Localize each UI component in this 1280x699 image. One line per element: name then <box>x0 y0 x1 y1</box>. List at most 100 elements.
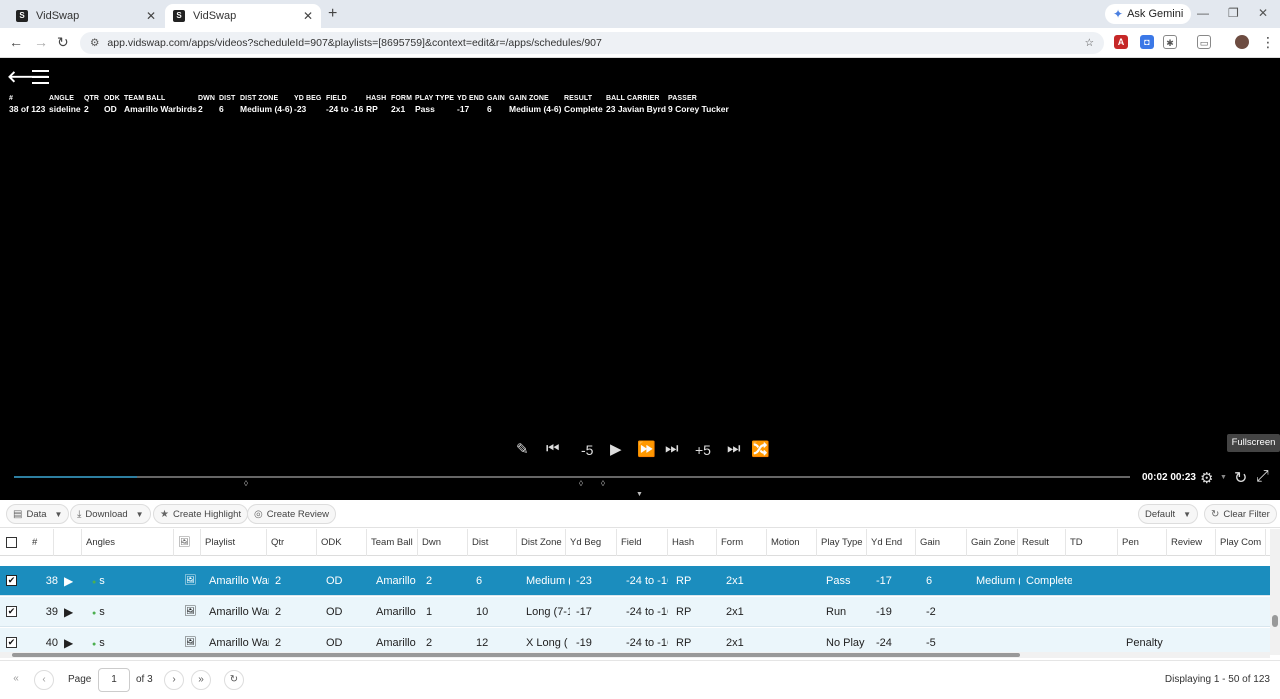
table-row[interactable]: ✔ ▶ 🖼 39 ●s Amarillo War 2 OD Amarillo \ 1 10 Long … <box>0 597 1270 627</box>
tag-marker-icon[interactable]: ◊ <box>601 479 605 488</box>
column-header[interactable]: TD <box>1066 529 1118 556</box>
column-header[interactable]: Play Com <box>1216 529 1266 556</box>
collapse-drawer-icon[interactable]: ▼ <box>636 491 643 498</box>
first-page-icon[interactable]: « <box>6 670 26 690</box>
next-clip-icon[interactable]: ⏭ <box>727 440 741 457</box>
thumbnail-icon[interactable]: 🖼 <box>180 566 197 596</box>
scroll-thumb[interactable] <box>12 653 1020 657</box>
cell-hash: RP <box>676 606 692 618</box>
thumbnail-icon[interactable]: 🖼 <box>180 597 197 627</box>
progress-bar[interactable] <box>14 476 1130 478</box>
column-header[interactable]: Motion <box>767 529 817 556</box>
browser-tab-2[interactable]: S VidSwap ✕ <box>165 4 321 28</box>
select-all-checkbox[interactable] <box>6 537 17 548</box>
bookmark-star-icon[interactable]: ☆ <box>1085 37 1094 49</box>
settings-caret-icon[interactable]: ▼ <box>1220 474 1227 481</box>
shuffle-icon[interactable]: 🔀 <box>751 440 770 458</box>
column-header[interactable]: Review <box>1167 529 1216 556</box>
column-header[interactable]: Field <box>617 529 668 556</box>
video-player[interactable]: 🡐 #38 of 123 ANGLE sideline QTR 2 ODK OD TEAM B… <box>0 58 1280 500</box>
edit-pencil-icon[interactable]: ✎ <box>516 440 529 458</box>
download-menu-button[interactable]: ⤓ Download ▼ <box>70 504 151 524</box>
extensions-puzzle-icon[interactable]: ✱ <box>1163 35 1177 49</box>
skip-end-icon[interactable]: ⏭ <box>665 440 679 457</box>
prev-page-icon[interactable]: ‹ <box>34 670 54 690</box>
cell-pen <box>1122 566 1170 596</box>
column-header[interactable]: Dist Zone <box>517 529 566 556</box>
column-header[interactable]: Gain <box>916 529 967 556</box>
tag-marker-icon[interactable]: ◊ <box>244 479 248 488</box>
scroll-thumb[interactable] <box>1272 615 1278 627</box>
forward-5-button[interactable]: +5 <box>695 442 711 458</box>
row-play-icon[interactable]: ▶ <box>60 628 73 655</box>
vertical-scrollbar[interactable] <box>1270 529 1280 655</box>
column-header[interactable]: Gain Zone <box>967 529 1018 556</box>
next-page-icon[interactable]: › <box>164 670 184 690</box>
site-info-icon[interactable]: ⚙ <box>90 37 99 49</box>
create-highlight-button[interactable]: ★ Create Highlight <box>153 504 249 524</box>
reload-icon[interactable]: ↻ <box>57 34 69 51</box>
forward-icon[interactable]: → <box>34 34 48 50</box>
row-checkbox[interactable]: ✔ <box>6 606 17 617</box>
cell-qtr: 2 <box>275 606 282 618</box>
close-tab-icon[interactable]: ✕ <box>303 9 313 23</box>
rewind-5-button[interactable]: -5 <box>581 442 593 458</box>
page-number-input[interactable]: 1 <box>98 668 130 692</box>
close-tab-icon[interactable]: ✕ <box>146 9 156 23</box>
row-checkbox[interactable]: ✔ <box>6 637 17 648</box>
minimize-icon[interactable]: — <box>1197 6 1209 20</box>
column-header[interactable]: Dwn <box>418 529 468 556</box>
data-menu-button[interactable]: ▤ Data ▼ <box>6 504 70 524</box>
pdf-extension-icon[interactable]: A <box>1114 35 1128 49</box>
column-header[interactable]: Qtr <box>267 529 317 556</box>
fast-forward-icon[interactable]: ⏩ <box>637 440 656 458</box>
column-header[interactable]: Pen <box>1118 529 1167 556</box>
column-header[interactable]: Dist <box>468 529 517 556</box>
create-review-label: Create Review <box>266 508 330 520</box>
column-header[interactable]: # <box>28 529 54 556</box>
horizontal-scrollbar[interactable] <box>0 652 1270 658</box>
restore-icon[interactable]: ❐ <box>1228 6 1239 20</box>
column-header[interactable]: Angles <box>82 529 174 556</box>
hamburger-menu-icon[interactable] <box>32 70 49 88</box>
column-header[interactable]: Playlist <box>201 529 267 556</box>
ask-gemini-button[interactable]: ✦ Ask Gemini <box>1105 4 1192 24</box>
back-icon[interactable]: ← <box>9 34 23 50</box>
row-play-icon[interactable]: ▶ <box>60 566 73 596</box>
thumbnail-icon[interactable]: 🖼 <box>180 628 197 655</box>
column-header[interactable]: Result <box>1018 529 1066 556</box>
column-header[interactable]: Hash <box>668 529 717 556</box>
fullscreen-icon[interactable]: ⤢ <box>1256 468 1269 486</box>
overlay-column-value: 2 <box>84 104 89 114</box>
browser-tab-1[interactable]: S VidSwap ✕ <box>8 4 164 28</box>
refresh-grid-icon[interactable]: ↻ <box>224 670 244 690</box>
extension-icon[interactable]: ◘ <box>1140 35 1154 49</box>
row-checkbox[interactable]: ✔ <box>6 575 17 586</box>
column-header[interactable]: ODK <box>317 529 367 556</box>
tag-marker-icon[interactable]: ◊ <box>579 479 583 488</box>
column-header[interactable]: Form <box>717 529 767 556</box>
table-row[interactable]: ✔ ▶ 🖼 38 ●s Amarillo War 2 OD Amarillo \ 2 6 Medium… <box>0 566 1270 596</box>
replay-icon[interactable]: ↻ <box>1234 468 1247 488</box>
screenshot-icon[interactable]: ▭ <box>1197 35 1211 49</box>
header-play-column[interactable] <box>54 529 82 556</box>
view-select[interactable]: Default ▼ <box>1138 504 1198 524</box>
profile-avatar[interactable] <box>1235 35 1249 49</box>
browser-menu-icon[interactable]: ⋮ <box>1261 34 1275 51</box>
previous-clip-icon[interactable]: ⏮ <box>546 440 560 457</box>
create-review-button[interactable]: ◎ Create Review <box>247 504 337 524</box>
column-header[interactable]: Play Type <box>817 529 867 556</box>
settings-gear-icon[interactable]: ⚙ <box>1200 469 1213 487</box>
column-header[interactable]: Yd Beg <box>566 529 617 556</box>
url-field[interactable]: ⚙ app.vidswap.com/apps/videos?scheduleId… <box>80 32 1104 54</box>
image-column-icon[interactable]: 🖼 <box>174 529 201 556</box>
column-header[interactable]: Team Ball <box>367 529 418 556</box>
clear-filter-button[interactable]: ↻ Clear Filter <box>1204 504 1277 524</box>
play-icon[interactable]: ▶ <box>610 440 622 458</box>
close-window-icon[interactable]: ✕ <box>1258 6 1268 20</box>
table-row[interactable]: ✔ ▶ 🖼 40 ●s Amarillo War 2 OD Amarillo \ 2 12 X Lon… <box>0 628 1270 655</box>
last-page-icon[interactable]: » <box>191 670 211 690</box>
new-tab-icon[interactable]: + <box>328 5 337 23</box>
row-play-icon[interactable]: ▶ <box>60 597 73 627</box>
column-header[interactable]: Yd End <box>867 529 916 556</box>
